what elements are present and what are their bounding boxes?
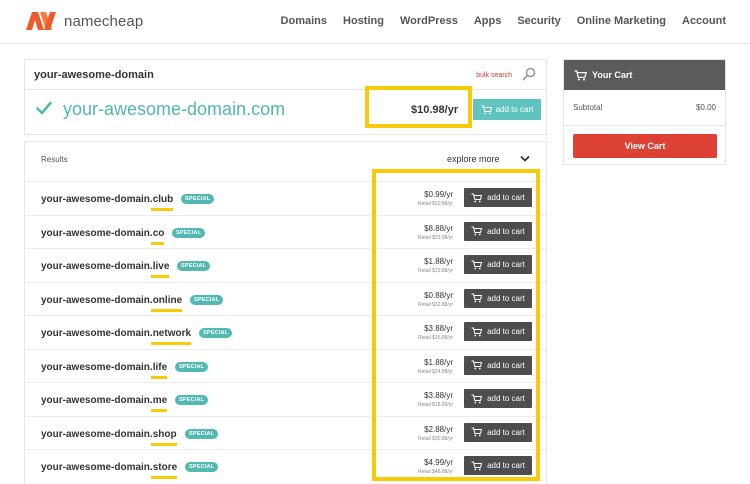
top-header: namecheap Domains Hosting WordPress Apps… bbox=[0, 0, 750, 44]
search-input[interactable]: your-awesome-domain bbox=[34, 69, 154, 81]
nav-item-apps[interactable]: Apps bbox=[474, 15, 502, 27]
result-domain-base: your-awesome-domain bbox=[41, 227, 150, 239]
search-icon[interactable] bbox=[522, 67, 536, 81]
cart-subtotal-value: $0.00 bbox=[695, 103, 716, 112]
result-domain-tld: .shop bbox=[149, 428, 177, 440]
special-badge: SPECIAL bbox=[175, 395, 209, 405]
cart-subtotal-label: Subtotal bbox=[573, 103, 603, 112]
nav-item-wordpress[interactable]: WordPress bbox=[400, 15, 458, 27]
result-domain-name: your-awesome-domain.shop bbox=[41, 429, 177, 440]
tld-underline bbox=[151, 208, 173, 211]
result-domain-tld: .co bbox=[149, 227, 165, 239]
nav-item-security[interactable]: Security bbox=[517, 15, 560, 27]
view-cart-button[interactable]: View Cart bbox=[573, 134, 717, 158]
result-domain-name: your-awesome-domain.me bbox=[41, 395, 167, 406]
prices-highlight-box bbox=[372, 169, 540, 481]
main-nav: Domains Hosting WordPress Apps Security … bbox=[265, 15, 726, 27]
tld-underline bbox=[151, 342, 191, 345]
cart-header: Your Cart bbox=[564, 60, 725, 90]
cart-title: Your Cart bbox=[592, 70, 633, 80]
special-badge: SPECIAL bbox=[185, 462, 219, 472]
main-add-to-cart-button[interactable]: add to cart bbox=[473, 99, 541, 120]
result-domain-base: your-awesome-domain bbox=[41, 395, 150, 406]
nav-item-online-marketing[interactable]: Online Marketing bbox=[577, 15, 666, 27]
result-domain-base: your-awesome-domain bbox=[41, 462, 150, 473]
logo[interactable]: namecheap bbox=[25, 10, 143, 32]
chevron-down-icon[interactable] bbox=[520, 155, 530, 163]
results-heading: Results bbox=[41, 155, 68, 164]
tld-underline bbox=[151, 442, 177, 446]
tld-underline bbox=[151, 308, 182, 312]
result-domain-tld: .life bbox=[149, 361, 168, 373]
tld-underline bbox=[151, 275, 169, 278]
price-highlight-box bbox=[365, 86, 472, 128]
result-domain-name: your-awesome-domain.club bbox=[41, 194, 173, 205]
result-domain-name: your-awesome-domain.store bbox=[41, 462, 177, 473]
cart-add-icon bbox=[481, 105, 492, 114]
nav-item-domains[interactable]: Domains bbox=[281, 15, 327, 27]
bulk-search-link[interactable]: bulk search bbox=[476, 72, 512, 79]
result-domain-tld: .online bbox=[149, 294, 183, 306]
result-domain-tld: .store bbox=[149, 462, 178, 473]
tld-underline bbox=[151, 476, 177, 479]
cart-icon bbox=[574, 69, 587, 80]
result-domain-tld: .network bbox=[149, 328, 192, 339]
tld-underline bbox=[151, 241, 164, 245]
cart-subtotal-row: Subtotal $0.00 bbox=[564, 90, 725, 126]
namecheap-logo-icon bbox=[26, 12, 56, 30]
special-badge: SPECIAL bbox=[181, 194, 215, 204]
result-domain-name: your-awesome-domain.network bbox=[41, 328, 191, 339]
special-badge: SPECIAL bbox=[175, 361, 209, 372]
result-domain-name: your-awesome-domain.life bbox=[41, 362, 167, 373]
tld-underline bbox=[151, 375, 167, 379]
result-domain-base: your-awesome-domain bbox=[41, 328, 150, 339]
logo-text: namecheap bbox=[64, 12, 144, 30]
special-badge: SPECIAL bbox=[190, 294, 224, 305]
special-badge: SPECIAL bbox=[185, 428, 219, 439]
check-icon bbox=[36, 101, 52, 115]
main-add-to-cart-label: add to cart bbox=[495, 105, 534, 114]
special-badge: SPECIAL bbox=[177, 261, 211, 271]
result-domain-tld: .me bbox=[149, 395, 168, 406]
result-domain-name: your-awesome-domain.co bbox=[41, 228, 164, 239]
result-domain-base: your-awesome-domain bbox=[41, 194, 150, 205]
nav-item-account[interactable]: Account bbox=[682, 15, 726, 27]
result-domain-base: your-awesome-domain bbox=[41, 361, 150, 373]
explore-more-link[interactable]: explore more bbox=[447, 154, 500, 164]
result-domain-tld: .live bbox=[149, 261, 170, 272]
result-domain-base: your-awesome-domain bbox=[41, 294, 150, 306]
result-domain-name: your-awesome-domain.live bbox=[41, 261, 169, 272]
nav-item-hosting[interactable]: Hosting bbox=[343, 15, 384, 27]
main-domain-name: your-awesome-domain.com bbox=[63, 99, 286, 119]
tld-underline bbox=[151, 409, 167, 412]
result-domain-name: your-awesome-domain.online bbox=[41, 295, 182, 306]
result-domain-base: your-awesome-domain bbox=[41, 428, 150, 440]
result-domain-base: your-awesome-domain bbox=[41, 261, 150, 272]
special-badge: SPECIAL bbox=[199, 328, 233, 338]
result-domain-tld: .club bbox=[149, 194, 174, 205]
cart-panel: Your Cart Subtotal $0.00 View Cart bbox=[563, 59, 726, 165]
special-badge: SPECIAL bbox=[172, 227, 206, 238]
